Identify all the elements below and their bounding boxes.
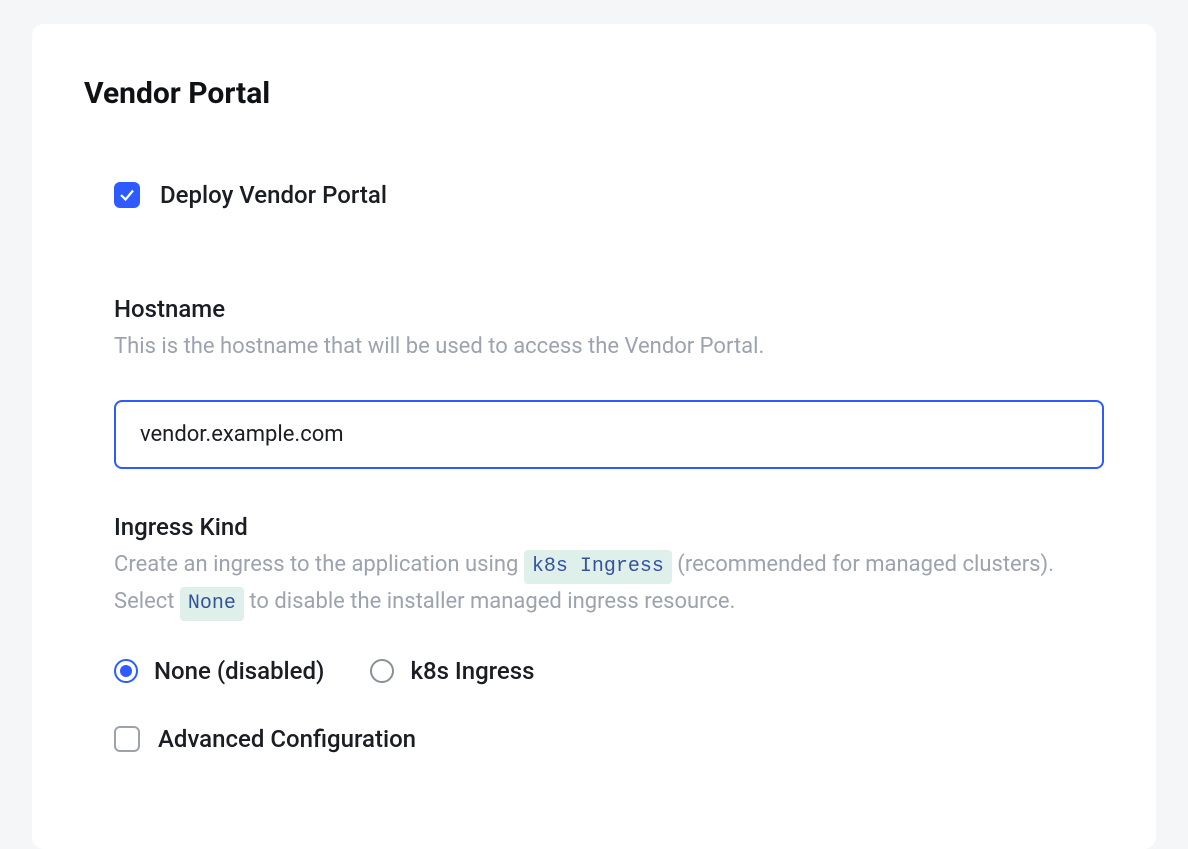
radio-option-k8s[interactable]: k8s Ingress — [370, 657, 534, 685]
page-title: Vendor Portal — [84, 76, 1104, 111]
hostname-help: This is the hostname that will be used t… — [114, 329, 1104, 364]
radio-unselected-icon — [370, 659, 394, 683]
ingress-label: Ingress Kind — [114, 513, 1104, 541]
radio-label-k8s: k8s Ingress — [410, 657, 534, 685]
radio-selected-icon — [114, 659, 138, 683]
ingress-help-suffix: to disable the installer managed ingress… — [244, 589, 735, 614]
ingress-help-prefix: Create an ingress to the application usi… — [114, 552, 524, 577]
checkbox-checked-icon — [114, 182, 140, 208]
deploy-option[interactable]: Deploy Vendor Portal — [114, 181, 1104, 209]
checkbox-empty-icon — [114, 726, 140, 752]
deploy-label: Deploy Vendor Portal — [160, 181, 387, 209]
hostname-label: Hostname — [114, 295, 1104, 323]
radio-option-none[interactable]: None (disabled) — [114, 657, 324, 685]
advanced-label: Advanced Configuration — [158, 725, 416, 753]
config-section: Deploy Vendor Portal Hostname This is th… — [114, 181, 1104, 753]
code-pill-none: None — [180, 587, 244, 621]
radio-inner-dot — [120, 665, 132, 677]
ingress-help: Create an ingress to the application usi… — [114, 547, 1104, 621]
hostname-input[interactable] — [114, 400, 1104, 469]
hostname-field: Hostname This is the hostname that will … — [114, 295, 1104, 469]
config-card: Vendor Portal Deploy Vendor Portal Hostn… — [32, 24, 1156, 849]
ingress-field: Ingress Kind Create an ingress to the ap… — [114, 513, 1104, 753]
code-pill-k8s: k8s Ingress — [524, 550, 672, 584]
ingress-radio-group: None (disabled) k8s Ingress — [114, 657, 1104, 685]
advanced-option[interactable]: Advanced Configuration — [114, 725, 1104, 753]
radio-label-none: None (disabled) — [154, 657, 324, 685]
